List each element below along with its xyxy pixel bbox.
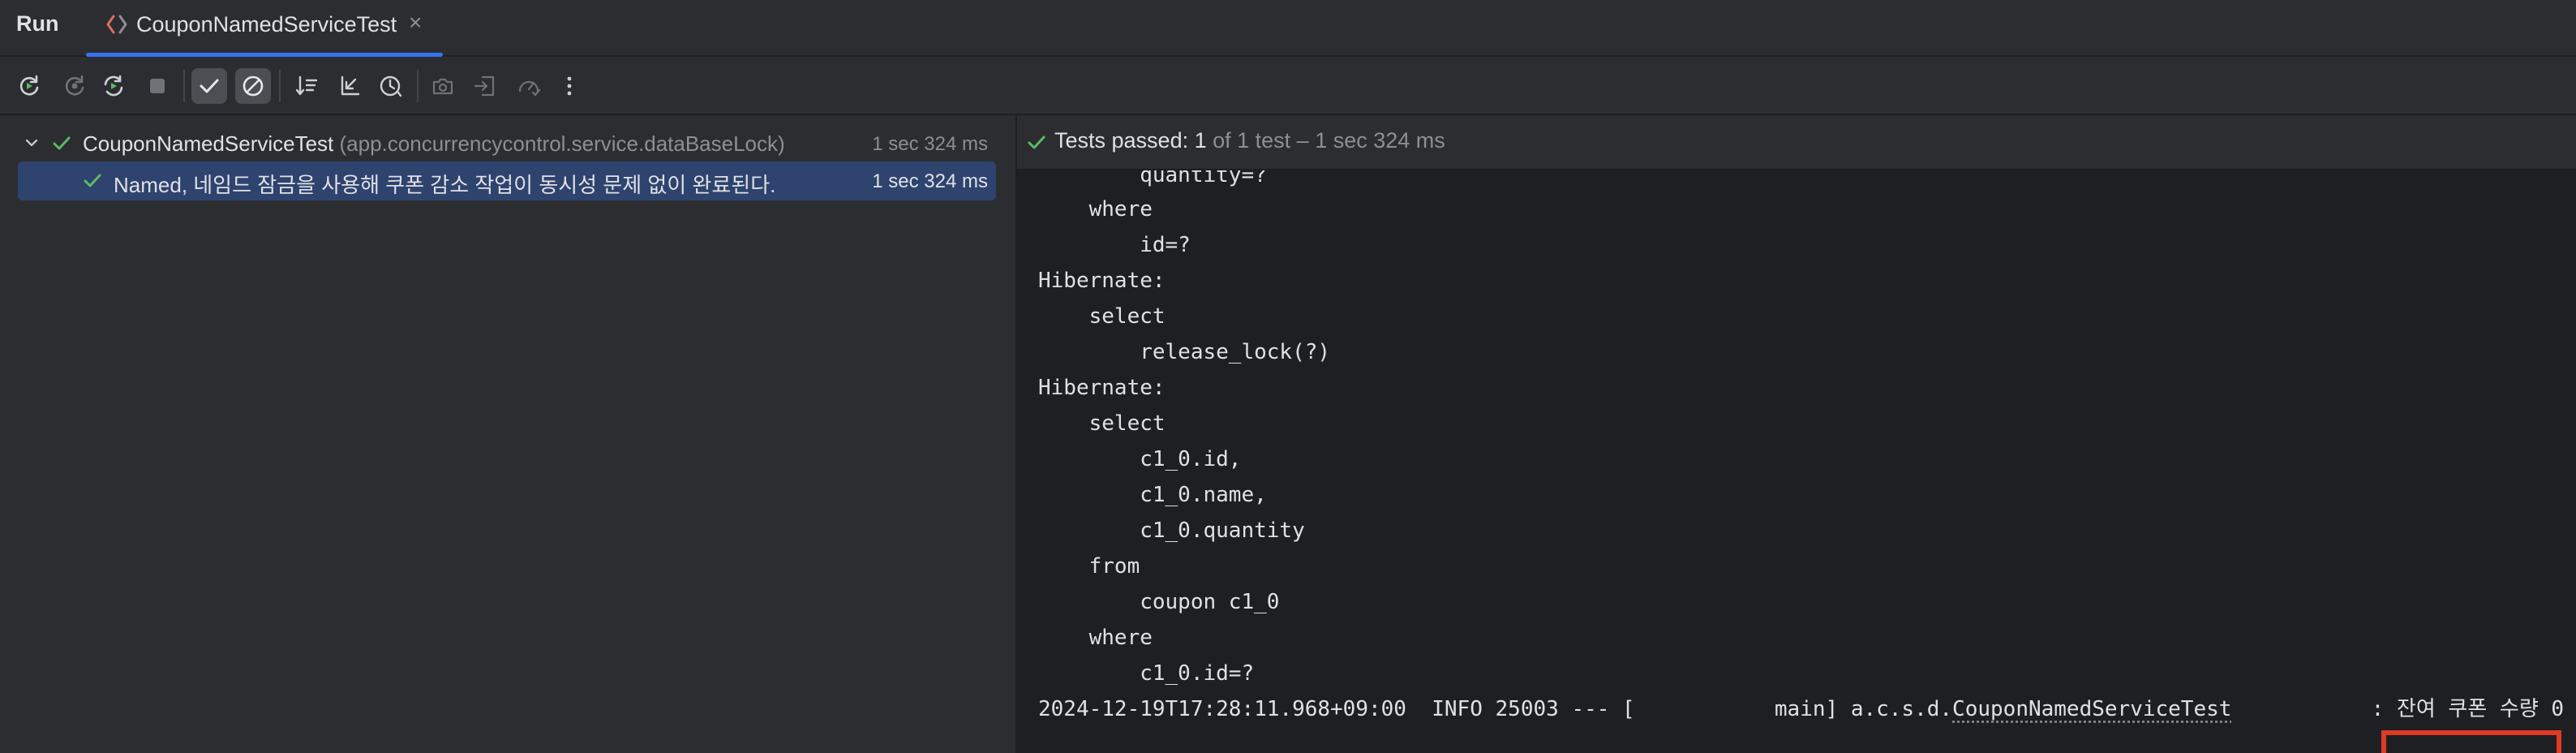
test-duration: 1 sec 324 ms [872, 133, 988, 155]
highlight-annotation [2381, 730, 2561, 753]
show-ignored-toggle[interactable] [235, 68, 271, 104]
status-summary: of 1 test – 1 sec 324 ms [1206, 128, 1445, 153]
console-line: coupon c1_0 [1038, 590, 1280, 614]
test-tree-item[interactable]: Named, 네임드 잠금을 사용해 쿠폰 감소 작업이 동시성 문제 없이 완… [18, 161, 996, 200]
console-panel: Tests passed: 1 of 1 test – 1 sec 324 ms… [1017, 115, 2576, 753]
toggle-auto-test-icon [104, 75, 123, 97]
run-tool-window-title: Run [16, 11, 59, 36]
sort-alphabetically-button[interactable] [289, 68, 324, 104]
console-line: select [1038, 411, 1166, 436]
test-passed-icon [84, 174, 101, 187]
console-line: release_lock(?) [1038, 340, 1331, 364]
screenshot-button[interactable] [425, 68, 461, 104]
sort-alphabetically-icon [295, 75, 318, 96]
tool-window-header: Run CouponNamedServiceTest × [0, 0, 2576, 57]
logger-link[interactable]: CouponNamedServiceTest [1952, 697, 2231, 721]
chevron-down-icon[interactable] [23, 134, 41, 152]
passed-count: 1 [1194, 128, 1207, 153]
test-method-name: Named, 네임드 잠금을 사용해 쿠폰 감소 작업이 동시성 문제 없이 완… [114, 173, 776, 197]
toolbar-separator [183, 70, 185, 102]
rerun-button[interactable] [11, 68, 47, 104]
coverage-button[interactable] [511, 68, 547, 104]
console-log-line: 2024-12-19T17:28:11.968+09:00 INFO 25003… [1038, 691, 2564, 727]
log-prefix: 2024-12-19T17:28:11.968+09:00 INFO 25003… [1038, 697, 1953, 721]
console-line: Hibernate: [1038, 269, 1166, 293]
console-line: where [1038, 626, 1153, 650]
rerun-failed-icon [65, 75, 84, 96]
console-line: where [1038, 197, 1153, 222]
console-line: c1_0.id=? [1038, 661, 1255, 686]
log-gap: : [2231, 697, 2397, 721]
tab-coupon-named-service-test[interactable]: CouponNamedServiceTest × [86, 0, 443, 57]
gauge-icon [518, 80, 541, 97]
console-line: from [1038, 554, 1140, 579]
more-options-icon [567, 76, 572, 96]
test-class-name: CouponNamedServiceTest [83, 131, 334, 156]
test-passed-icon [1028, 136, 1045, 149]
rerun-failed-button[interactable] [57, 68, 92, 104]
show-passed-toggle[interactable] [191, 68, 227, 104]
import-tests-button[interactable] [467, 68, 503, 104]
test-status-text: Tests passed: 1 of 1 test – 1 sec 324 ms [1054, 128, 1445, 153]
close-icon[interactable]: × [409, 10, 422, 36]
run-toolbar [0, 57, 2576, 115]
camera-icon [432, 78, 453, 95]
toggle-auto-test-button[interactable] [96, 68, 131, 104]
console-line: id=? [1038, 233, 1191, 257]
collapse-all-button[interactable] [331, 68, 367, 104]
tab-label: CouponNamedServiceTest [136, 12, 397, 37]
console-line: select [1038, 304, 1166, 329]
test-tree-panel: CouponNamedServiceTest (app.concurrencyc… [0, 115, 1015, 753]
ignored-icon [243, 75, 264, 97]
rerun-icon [19, 75, 39, 96]
test-package-name: (app.concurrencycontrol.service.dataBase… [339, 131, 785, 156]
test-duration: 1 sec 324 ms [872, 170, 988, 192]
test-config-icon [106, 15, 127, 34]
toolbar-separator [417, 70, 419, 102]
test-tree-root[interactable]: CouponNamedServiceTest (app.concurrencyc… [18, 124, 996, 163]
console-line: c1_0.quantity [1038, 518, 1305, 543]
console-line: quantity=? [1038, 170, 1267, 187]
more-options-button[interactable] [552, 68, 587, 104]
stop-icon [150, 79, 165, 93]
status-label: Tests passed: [1054, 128, 1195, 153]
console-line: c1_0.name, [1038, 483, 1267, 507]
console-line: Hibernate: [1038, 376, 1166, 400]
collapse-all-icon [341, 75, 360, 96]
log-message: 잔여 쿠폰 수량 0 [2396, 697, 2565, 721]
test-status-bar: Tests passed: 1 of 1 test – 1 sec 324 ms [1017, 115, 2576, 170]
test-passed-icon [53, 136, 71, 150]
test-tree-root-label: CouponNamedServiceTest (app.concurrencyc… [83, 131, 785, 157]
console-line: c1_0.id, [1038, 447, 1242, 471]
clock-icon [380, 75, 402, 97]
import-icon [474, 75, 495, 97]
checkmark-icon [200, 79, 219, 93]
stop-button[interactable] [140, 68, 175, 104]
sort-by-duration-button[interactable] [373, 68, 409, 104]
toolbar-separator [279, 70, 281, 102]
console-output[interactable]: quantity=? where id=? Hibernate: select … [1017, 170, 2576, 753]
